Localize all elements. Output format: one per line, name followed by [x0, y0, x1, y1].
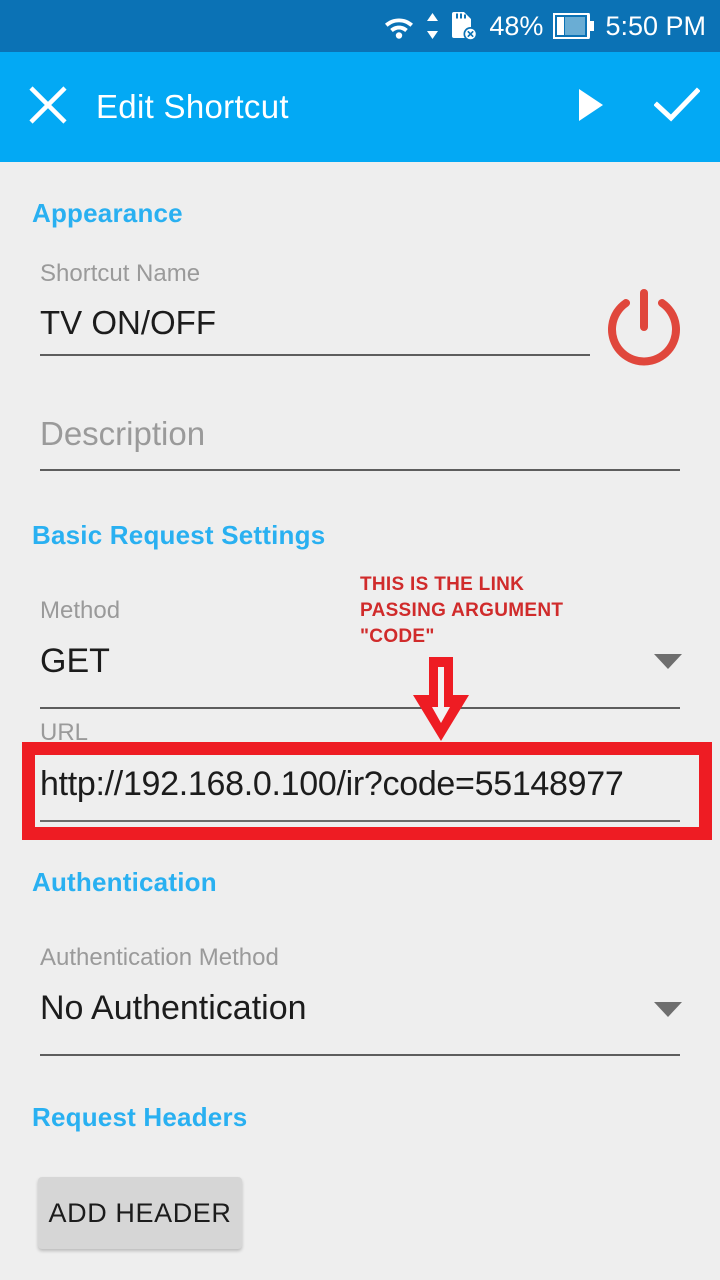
- battery-percent-label: 48%: [489, 10, 544, 41]
- section-title-basic-request: Basic Request Settings: [32, 520, 326, 550]
- shortcut-name-input[interactable]: TV ON/OFF: [40, 304, 216, 342]
- method-label: Method: [40, 597, 121, 624]
- power-icon[interactable]: [600, 285, 688, 378]
- section-title-authentication: Authentication: [32, 867, 217, 897]
- play-icon: [576, 87, 606, 128]
- auth-method-underline: [40, 1054, 680, 1056]
- close-icon: [26, 83, 70, 132]
- description-input[interactable]: Description: [40, 415, 205, 453]
- annotation-callout-text: THIS IS THE LINK PASSING ARGUMENT "CODE": [360, 574, 564, 647]
- method-select-value[interactable]: GET: [40, 642, 110, 681]
- clock-label: 5:50 PM: [605, 10, 706, 41]
- check-icon: [653, 86, 701, 129]
- auth-method-select-value[interactable]: No Authentication: [40, 989, 307, 1028]
- url-label: URL: [40, 719, 89, 746]
- close-button[interactable]: [0, 83, 96, 132]
- form-content: Appearance Shortcut Name TV ON/OFF Descr…: [0, 162, 720, 1280]
- run-button[interactable]: [548, 87, 634, 128]
- red-down-arrow: [405, 655, 477, 748]
- auth-method-chevron-down-icon[interactable]: [654, 1002, 682, 1017]
- data-transfer-arrows-icon: [426, 12, 439, 40]
- auth-method-label: Authentication Method: [40, 944, 279, 971]
- description-underline: [40, 469, 680, 471]
- save-button[interactable]: [634, 86, 720, 129]
- shortcut-name-underline: [40, 354, 590, 356]
- url-underline: [40, 820, 680, 822]
- battery-icon: [553, 13, 595, 39]
- page-title: Edit Shortcut: [96, 88, 289, 125]
- method-underline: [40, 707, 680, 709]
- status-bar-icons: 48% 5:50 PM: [382, 10, 706, 42]
- wifi-icon: [382, 12, 416, 40]
- section-title-appearance: Appearance: [32, 198, 183, 228]
- section-title-request-headers: Request Headers: [32, 1102, 248, 1132]
- url-input[interactable]: http://192.168.0.100/ir?code=55148977: [40, 765, 624, 804]
- add-header-button[interactable]: ADD HEADER: [38, 1177, 242, 1249]
- method-chevron-down-icon[interactable]: [654, 654, 682, 669]
- status-bar: 48% 5:50 PM: [0, 0, 720, 52]
- toolbar: Edit Shortcut: [0, 52, 720, 162]
- shortcut-name-label: Shortcut Name: [40, 260, 201, 287]
- sdcard-removed-icon: [449, 10, 479, 42]
